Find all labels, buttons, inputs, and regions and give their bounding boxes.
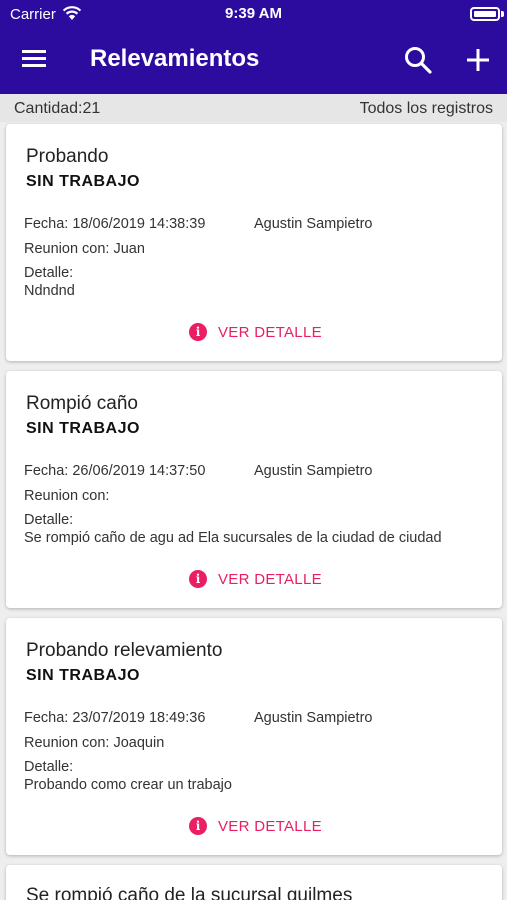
survey-card[interactable]: Probando relevamiento SIN TRABAJO Fecha:… — [6, 618, 502, 855]
card-title: Se rompió caño de la sucursal guilmes — [26, 885, 353, 900]
card-title: Rompió caño — [26, 393, 138, 414]
view-detail-label: VER DETALLE — [218, 570, 322, 588]
info-icon: i — [189, 817, 207, 835]
survey-card[interactable]: Rompió caño SIN TRABAJO Fecha: 26/06/201… — [6, 371, 502, 608]
status-bar: Carrier 9:39 AM — [0, 0, 507, 28]
view-detail-label: VER DETALLE — [218, 323, 322, 341]
card-detail-label: Detalle: — [24, 265, 74, 281]
view-detail-button[interactable]: i VER DETALLE — [189, 322, 322, 342]
survey-card[interactable]: Probando SIN TRABAJO Fecha: 18/06/2019 1… — [6, 124, 502, 361]
card-title: Probando relevamiento — [26, 640, 223, 661]
page-title: Relevamientos — [90, 45, 260, 72]
card-user: Agustin Sampietro — [254, 710, 373, 726]
card-detail-text: Se rompió caño de agu ad Ela sucursales … — [24, 530, 442, 546]
view-detail-label: VER DETALLE — [218, 817, 322, 835]
search-icon[interactable] — [402, 44, 434, 76]
card-date: Fecha: 23/07/2019 18:49:36 — [24, 710, 206, 726]
card-meeting: Reunion con: — [24, 488, 110, 504]
card-detail-label: Detalle: — [24, 512, 74, 528]
battery-icon — [470, 7, 500, 21]
add-icon[interactable] — [462, 44, 494, 76]
view-detail-button[interactable]: i VER DETALLE — [189, 569, 322, 589]
list-subheader: Cantidad:21 Todos los registros — [0, 94, 507, 122]
card-detail-label: Detalle: — [24, 759, 74, 775]
card-detail-text: Probando como crear un trabajo — [24, 777, 232, 793]
card-detail-text: Ndndnd — [24, 283, 75, 299]
menu-icon-line — [22, 64, 46, 67]
card-meeting: Reunion con: Joaquin — [24, 735, 165, 751]
card-user: Agustin Sampietro — [254, 463, 373, 479]
info-icon: i — [189, 323, 207, 341]
card-user: Agustin Sampietro — [254, 216, 373, 232]
card-meeting: Reunion con: Juan — [24, 241, 145, 257]
survey-card[interactable]: Se rompió caño de la sucursal guilmes — [6, 865, 502, 900]
card-title: Probando — [26, 146, 109, 167]
menu-icon-line — [22, 50, 46, 53]
card-date: Fecha: 18/06/2019 14:38:39 — [24, 216, 206, 232]
clock: 9:39 AM — [225, 5, 282, 22]
card-status: SIN TRABAJO — [26, 173, 140, 190]
menu-icon-line — [22, 57, 46, 60]
record-count: Cantidad:21 — [14, 100, 101, 117]
menu-button[interactable] — [22, 47, 48, 71]
card-date: Fecha: 26/06/2019 14:37:50 — [24, 463, 206, 479]
battery-cap — [501, 11, 504, 17]
card-status: SIN TRABAJO — [26, 667, 140, 684]
view-detail-button[interactable]: i VER DETALLE — [189, 816, 322, 836]
filter-selector[interactable]: Todos los registros — [360, 100, 493, 118]
card-status: SIN TRABAJO — [26, 420, 140, 437]
info-icon: i — [189, 570, 207, 588]
app-bar: Carrier 9:39 AM Relevamientos — [0, 0, 507, 94]
